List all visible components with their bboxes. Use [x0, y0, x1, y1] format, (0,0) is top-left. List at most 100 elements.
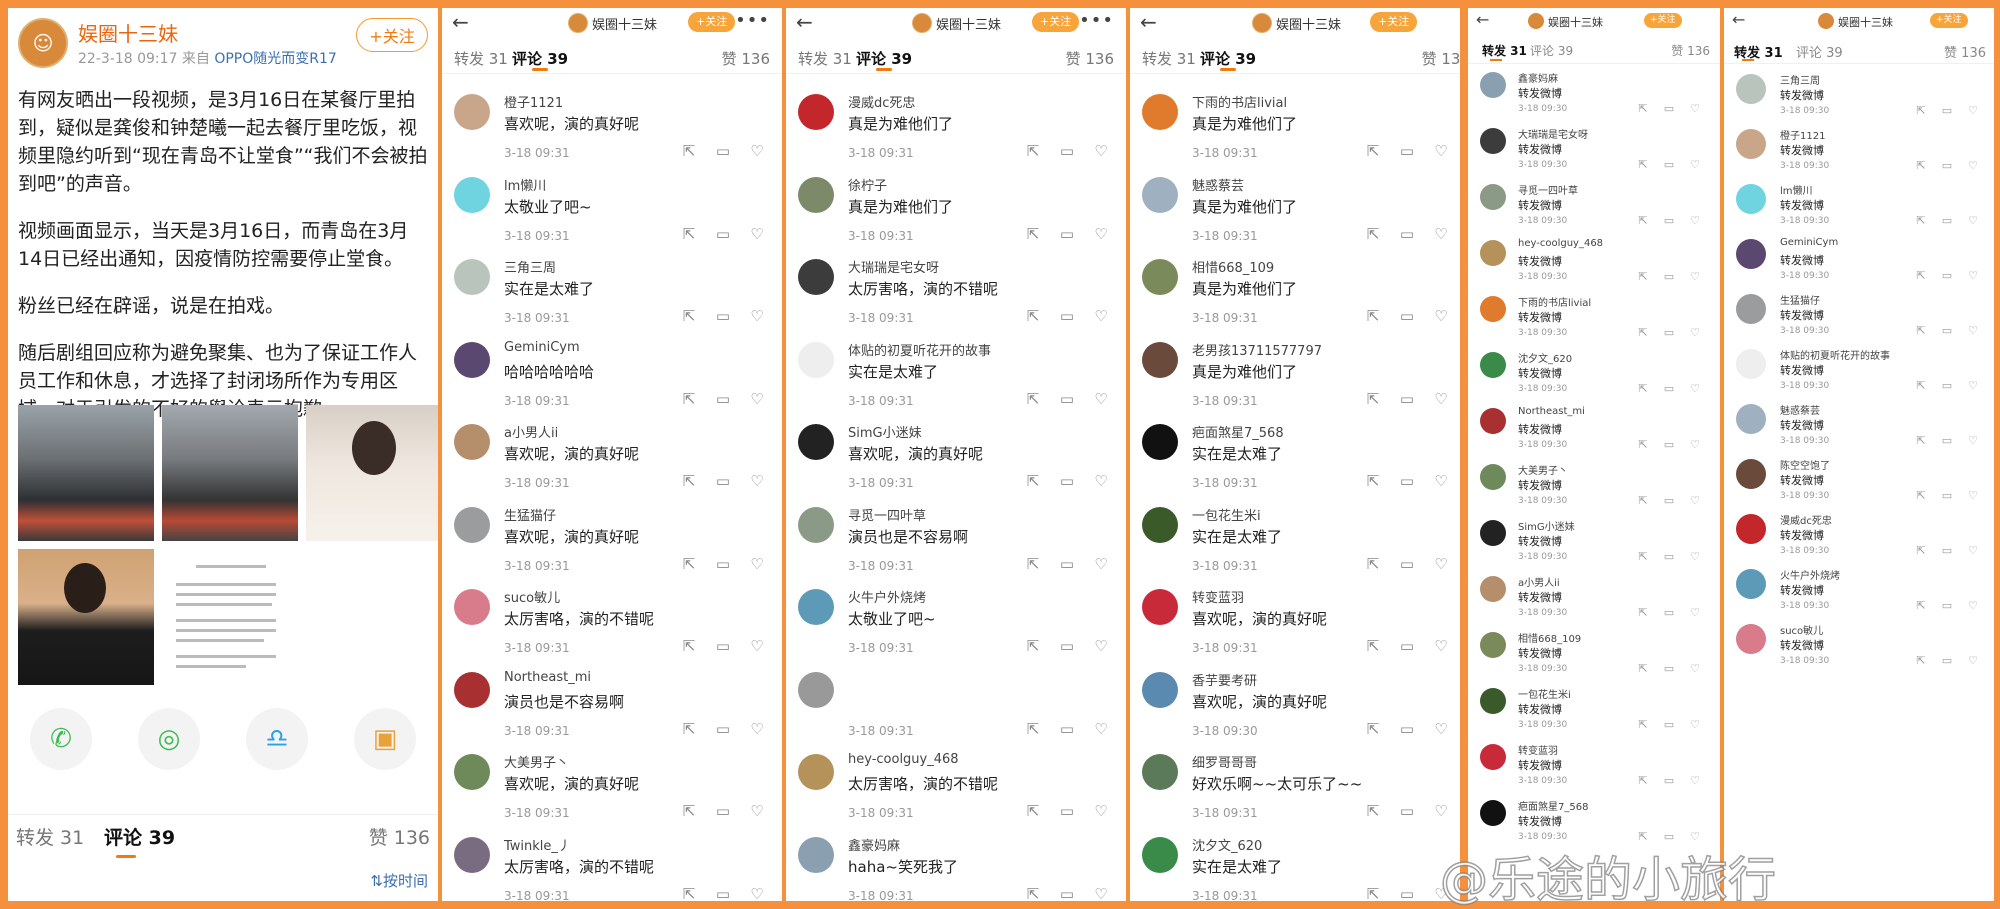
share-icon[interactable]: ⇱	[1016, 885, 1050, 902]
share-icon[interactable]: ⇱	[1630, 494, 1656, 507]
avatar[interactable]	[1142, 754, 1178, 790]
author-avatar[interactable]	[568, 13, 588, 33]
share-icon[interactable]: ⇱	[672, 802, 706, 820]
share-icon[interactable]: ⇱	[1016, 720, 1050, 738]
like-icon[interactable]: ♡	[740, 307, 774, 325]
author-avatar[interactable]	[1818, 13, 1834, 29]
repost-username[interactable]: 三角三周	[1780, 72, 1820, 87]
like-icon[interactable]: ♡	[1424, 720, 1458, 738]
like-icon[interactable]: ♡	[1424, 802, 1458, 820]
comment-icon[interactable]: ▭	[1656, 158, 1682, 171]
comment-username[interactable]: 生猛猫仔	[504, 505, 556, 524]
avatar[interactable]	[1480, 800, 1506, 826]
like-icon[interactable]: ♡	[1084, 555, 1118, 573]
share-icon[interactable]: ⇱	[1016, 637, 1050, 655]
comment-icon[interactable]: ▭	[1390, 885, 1424, 902]
like-icon[interactable]: ♡	[1960, 159, 1986, 172]
share-icon[interactable]: ⇱	[1356, 885, 1390, 902]
share-icon[interactable]: ⇱	[1356, 472, 1390, 490]
comment-username[interactable]: 香芋要考研	[1192, 670, 1257, 689]
like-icon[interactable]: ♡	[1084, 390, 1118, 408]
like-icon[interactable]: ♡	[1084, 225, 1118, 243]
share-icon[interactable]: ⇱	[1908, 379, 1934, 392]
more-icon[interactable]: •••	[1079, 10, 1114, 31]
repost-username[interactable]: 橙子1121	[1780, 127, 1825, 142]
author-name[interactable]: 娱圈十三妹	[1838, 14, 1893, 30]
share-icon[interactable]: ⇱	[1630, 718, 1656, 731]
comment-icon[interactable]: ▭	[1050, 885, 1084, 902]
comment-username[interactable]: a小男人ii	[504, 422, 558, 441]
like-icon[interactable]: ♡	[1424, 307, 1458, 325]
repost-username[interactable]: 沈夕文_620	[1518, 350, 1572, 365]
comment-username[interactable]: 三角三周	[504, 257, 556, 276]
comment-username[interactable]: suco敏儿	[504, 587, 560, 606]
tab-repost[interactable]: 转发 31	[1482, 42, 1527, 59]
comment-username[interactable]: lm懒川	[504, 175, 546, 194]
share-icon[interactable]: ⇱	[1630, 158, 1656, 171]
comment-icon[interactable]: ▭	[1390, 802, 1424, 820]
comment-icon[interactable]: ▭	[706, 802, 740, 820]
avatar[interactable]	[1736, 624, 1766, 654]
share-icon[interactable]: ⇱	[1908, 324, 1934, 337]
comment-icon[interactable]: ▭	[1934, 269, 1960, 282]
avatar[interactable]	[1480, 128, 1506, 154]
comment-username[interactable]: 下雨的书店livial	[1192, 92, 1287, 111]
like-icon[interactable]: ♡	[1084, 637, 1118, 655]
comment-icon[interactable]: ▭	[706, 225, 740, 243]
repost-username[interactable]: 大瑞瑞是宅女呀	[1518, 126, 1588, 141]
repost-username[interactable]: 漫威dc死忠	[1780, 512, 1832, 527]
like-icon[interactable]: ♡	[1084, 307, 1118, 325]
author-avatar[interactable]: ☺	[18, 18, 68, 68]
comment-username[interactable]: 鑫豪妈麻	[848, 835, 900, 854]
comment-username[interactable]: 一包花生米i	[1192, 505, 1261, 524]
tab-likes[interactable]: 赞 136	[1422, 48, 1460, 69]
comment-icon[interactable]: ▭	[706, 307, 740, 325]
like-icon[interactable]: ♡	[740, 225, 774, 243]
comment-icon[interactable]: ▭	[706, 885, 740, 902]
avatar[interactable]	[1736, 239, 1766, 269]
comment-username[interactable]: 老男孩13711577797	[1192, 340, 1322, 359]
comment-icon[interactable]: ▭	[706, 555, 740, 573]
like-icon[interactable]: ♡	[740, 637, 774, 655]
sort-by-time[interactable]: ⇅按时间	[370, 870, 428, 891]
avatar[interactable]	[1736, 514, 1766, 544]
share-icon[interactable]: ⇱	[1908, 654, 1934, 667]
like-icon[interactable]: ♡	[1960, 324, 1986, 337]
tab-likes[interactable]: 赞 136	[369, 823, 430, 850]
repost-username[interactable]: 魅惑蔡芸	[1780, 402, 1820, 417]
like-icon[interactable]: ♡	[1682, 326, 1708, 339]
author-avatar[interactable]	[1252, 13, 1272, 33]
share-icon[interactable]: ⇱	[1356, 307, 1390, 325]
repost-username[interactable]: Northeast_mi	[1518, 406, 1585, 417]
avatar[interactable]	[1142, 589, 1178, 625]
comment-icon[interactable]: ▭	[706, 472, 740, 490]
share-icon[interactable]: ⇱	[1016, 802, 1050, 820]
comment-icon[interactable]: ▭	[1050, 472, 1084, 490]
like-icon[interactable]: ♡	[1682, 494, 1708, 507]
repost-username[interactable]: 寻觅一四叶草	[1518, 182, 1578, 197]
avatar[interactable]	[454, 671, 490, 708]
comment-icon[interactable]: ▭	[1656, 774, 1682, 787]
avatar[interactable]	[1736, 129, 1766, 159]
comment-icon[interactable]: ▭	[1656, 102, 1682, 115]
tab-repost[interactable]: 转发 31	[454, 48, 508, 69]
like-icon[interactable]: ♡	[1084, 720, 1118, 738]
back-arrow-icon[interactable]: ←	[1140, 10, 1157, 34]
tab-comments[interactable]: 评论 39	[104, 823, 175, 850]
comment-username[interactable]: 沈夕文_620	[1192, 835, 1262, 854]
share-icon[interactable]: ⇱	[672, 307, 706, 325]
post-image[interactable]	[162, 405, 298, 541]
tab-likes[interactable]: 赞 136	[1671, 42, 1710, 59]
back-arrow-icon[interactable]: ←	[1732, 10, 1745, 29]
comment-icon[interactable]: ▭	[1390, 720, 1424, 738]
like-icon[interactable]: ♡	[1960, 214, 1986, 227]
avatar[interactable]	[454, 589, 490, 625]
avatar[interactable]	[1736, 184, 1766, 214]
avatar[interactable]	[1480, 184, 1506, 210]
qq-icon[interactable]: ♎	[246, 708, 308, 770]
avatar[interactable]	[1480, 408, 1506, 434]
comment-icon[interactable]: ▭	[1934, 379, 1960, 392]
share-icon[interactable]: ⇱	[1630, 606, 1656, 619]
follow-button[interactable]: +关注	[1930, 13, 1968, 28]
author-avatar[interactable]	[912, 13, 932, 33]
